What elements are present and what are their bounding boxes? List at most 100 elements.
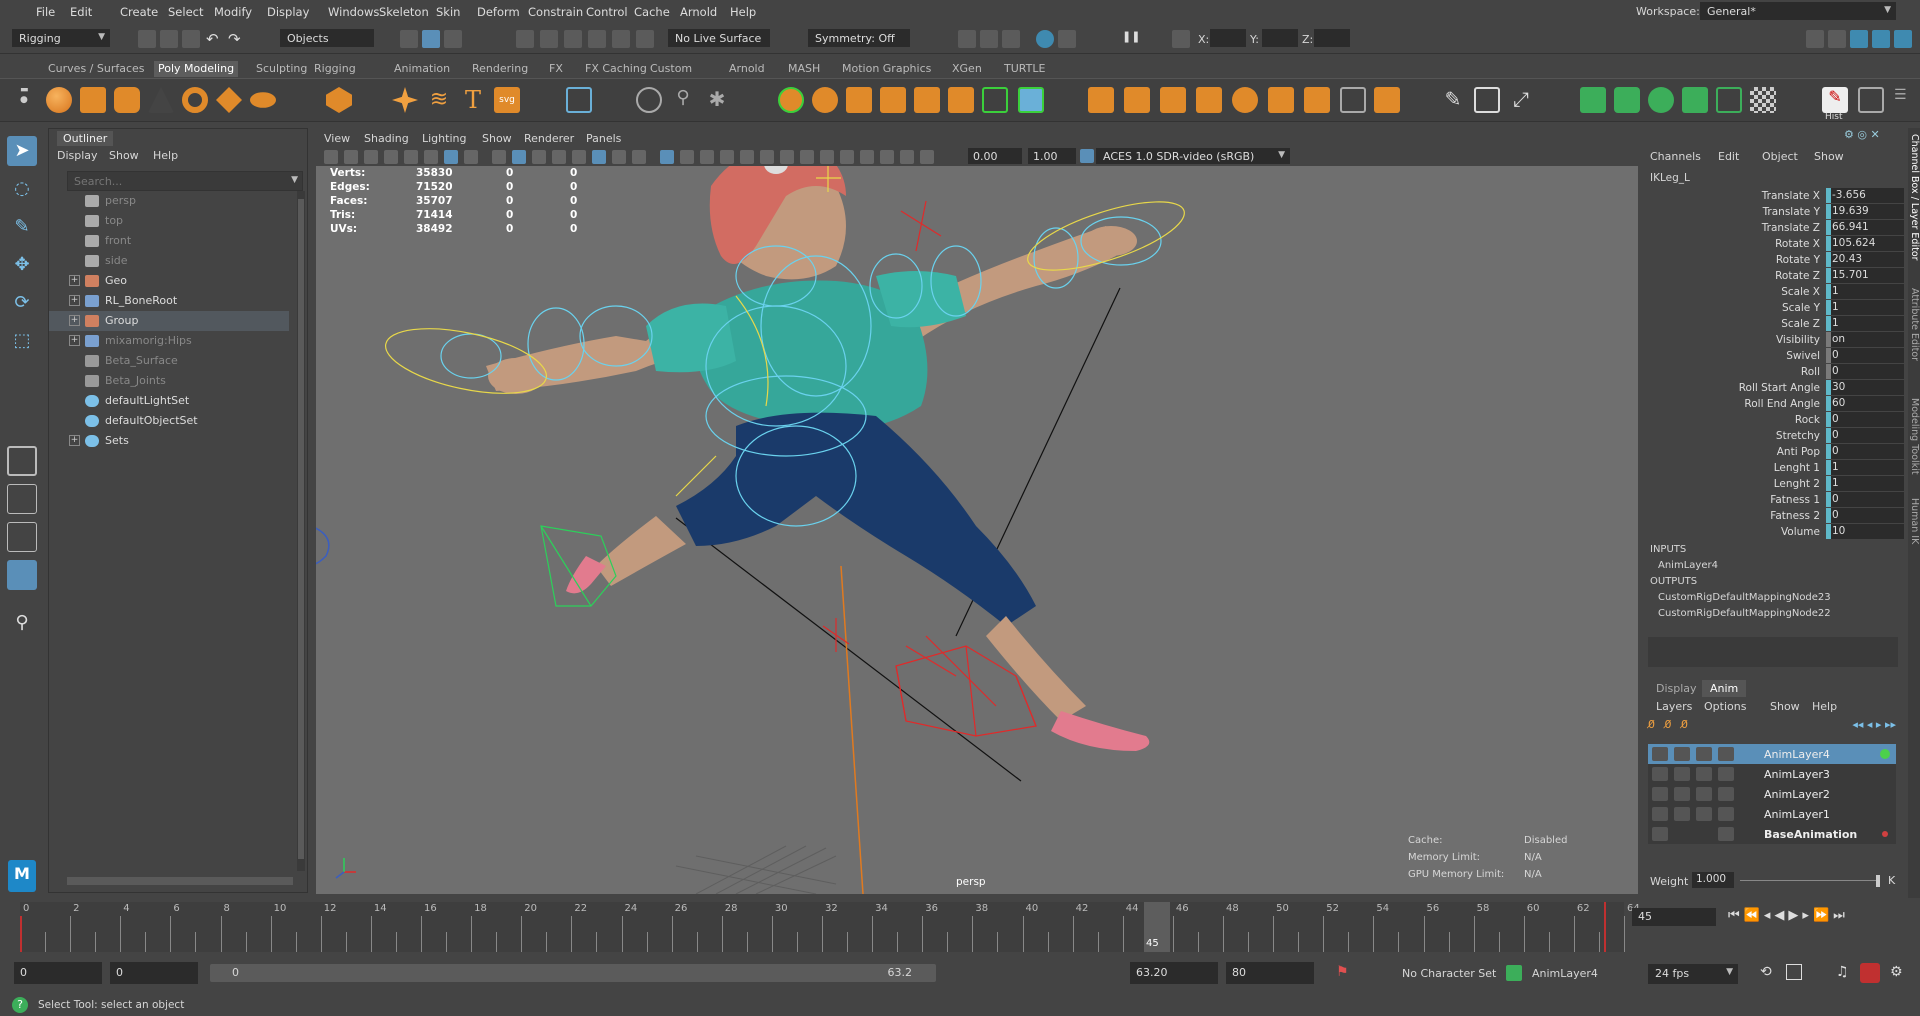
- channelbox-menu-channels[interactable]: Channels: [1650, 150, 1701, 163]
- outliner-search-input[interactable]: [68, 172, 268, 190]
- channel-value[interactable]: 1: [1826, 300, 1904, 315]
- anim-prefs-icon[interactable]: [1860, 963, 1880, 983]
- lock-icon[interactable]: [1652, 827, 1668, 841]
- viewport-tool-icon[interactable]: [364, 150, 378, 164]
- layer-menu-help[interactable]: Help: [1812, 700, 1837, 713]
- poly-plane-icon[interactable]: [216, 87, 242, 113]
- layer-key3-icon[interactable]: 0̸: [1681, 718, 1688, 731]
- menu-cache[interactable]: Cache: [634, 5, 670, 19]
- viewport-tool-icon[interactable]: [404, 150, 418, 164]
- menu-help[interactable]: Help: [730, 5, 756, 19]
- channelbox-divider[interactable]: [1648, 637, 1898, 667]
- channel-row[interactable]: Visibility on: [1644, 332, 1904, 348]
- shelf-tab-fx[interactable]: FX: [545, 61, 567, 77]
- outliner-menu-help[interactable]: Help: [153, 149, 178, 162]
- select-component-icon[interactable]: [444, 30, 462, 48]
- mirror-icon[interactable]: [982, 87, 1008, 113]
- uv-spherical-icon[interactable]: [1648, 87, 1674, 113]
- paint-select-icon[interactable]: ✎: [7, 212, 37, 242]
- viewport-tool-icon[interactable]: [632, 150, 646, 164]
- uv-checker-icon[interactable]: [1750, 87, 1776, 113]
- expand-icon[interactable]: +: [69, 315, 80, 326]
- shelf-tab-turtle[interactable]: TURTLE: [1000, 61, 1049, 77]
- viewport-tool-icon[interactable]: [324, 150, 338, 164]
- poly-cone-icon[interactable]: [148, 87, 174, 113]
- channelbox-menu-show[interactable]: Show: [1814, 150, 1844, 163]
- sign-in-icon[interactable]: [1806, 30, 1824, 48]
- viewport-menu-shading[interactable]: Shading: [364, 132, 409, 145]
- channel-value[interactable]: 1: [1826, 284, 1904, 299]
- anim-layer-icon[interactable]: [1506, 965, 1522, 981]
- mute-icon[interactable]: [1696, 747, 1712, 761]
- shelf-tab-mash[interactable]: MASH: [784, 61, 824, 77]
- ghost-icon[interactable]: [1718, 747, 1734, 761]
- layer-menu-options[interactable]: Options: [1704, 700, 1746, 713]
- viewport-tool-icon[interactable]: [900, 150, 914, 164]
- redo-icon[interactable]: ↷: [228, 30, 246, 48]
- channel-row[interactable]: Scale Z 1: [1644, 316, 1904, 332]
- channel-row[interactable]: Rotate X 105.624: [1644, 236, 1904, 252]
- outliner-item[interactable]: defaultLightSet: [49, 391, 289, 411]
- z-field[interactable]: [1314, 29, 1350, 47]
- help-icon[interactable]: ?: [12, 997, 28, 1013]
- anim-end-field[interactable]: 80: [1226, 962, 1314, 984]
- range-bar[interactable]: 0 63.2: [210, 964, 936, 982]
- lock-icon[interactable]: [1652, 807, 1668, 821]
- symmetry-dropdown[interactable]: Symmetry: Off: [808, 29, 910, 47]
- channel-value[interactable]: 10: [1826, 524, 1904, 539]
- sweep-mesh-icon[interactable]: ≋: [426, 87, 452, 113]
- viewport-tool-icon[interactable]: [680, 150, 694, 164]
- viewport-menu-show[interactable]: Show: [482, 132, 512, 145]
- channel-value[interactable]: 0: [1826, 412, 1904, 427]
- bevel-icon[interactable]: [1124, 87, 1150, 113]
- outliner-item[interactable]: Beta_Surface: [49, 351, 289, 371]
- menu-create[interactable]: Create: [120, 5, 158, 19]
- exposure-field[interactable]: 0.00: [968, 148, 1022, 164]
- ghost-icon[interactable]: [1718, 787, 1734, 801]
- weight-field[interactable]: 1.000: [1692, 872, 1734, 888]
- viewport-tool-icon[interactable]: [532, 150, 546, 164]
- circularize-icon[interactable]: [1340, 87, 1366, 113]
- single-layout-icon[interactable]: [7, 446, 37, 476]
- layout-icon[interactable]: [1828, 30, 1846, 48]
- channel-value[interactable]: 15.701: [1826, 268, 1904, 283]
- character-set-label[interactable]: No Character Set: [1402, 967, 1496, 980]
- channel-row[interactable]: Roll Start Angle 30: [1644, 380, 1904, 396]
- outliner-item[interactable]: + mixamorig:Hips: [49, 331, 289, 351]
- colorspace-icon[interactable]: [1080, 149, 1094, 163]
- channel-value[interactable]: 0: [1826, 428, 1904, 443]
- menu-arnold[interactable]: Arnold: [680, 5, 717, 19]
- channel-value[interactable]: 1: [1826, 316, 1904, 331]
- viewport-menu-renderer[interactable]: Renderer: [524, 132, 574, 145]
- channel-row[interactable]: Anti Pop 0: [1644, 444, 1904, 460]
- boolean-icon[interactable]: [880, 87, 906, 113]
- side-tab[interactable]: Attribute Editor: [1908, 288, 1920, 361]
- platonic-icon[interactable]: [326, 87, 352, 113]
- side-tab[interactable]: Human IK: [1908, 498, 1920, 544]
- type-icon[interactable]: T: [460, 87, 486, 113]
- channel-value[interactable]: 0: [1826, 444, 1904, 459]
- current-frame-field[interactable]: 45: [1632, 908, 1716, 926]
- extrude-icon[interactable]: [1088, 87, 1114, 113]
- render-current-icon[interactable]: [958, 30, 976, 48]
- layer-move-icons[interactable]: ◂◂ ◂ ▸ ▸▸: [1852, 718, 1896, 731]
- viewport-tool-icon[interactable]: [612, 150, 626, 164]
- channel-row[interactable]: Scale Y 1: [1644, 300, 1904, 316]
- step-forward-key-icon[interactable]: ⏩: [1813, 908, 1833, 923]
- outliner-item[interactable]: Beta_Joints: [49, 371, 289, 391]
- quad-view-icon[interactable]: [1858, 87, 1884, 113]
- super-shape-icon[interactable]: [392, 87, 418, 113]
- smooth-icon[interactable]: [914, 87, 940, 113]
- select-object-icon[interactable]: [422, 30, 440, 48]
- viewport-menu-panels[interactable]: Panels: [586, 132, 621, 145]
- layout3-icon[interactable]: [1872, 30, 1890, 48]
- anim-layer-row[interactable]: AnimLayer4: [1648, 744, 1896, 764]
- y-field[interactable]: [1262, 29, 1298, 47]
- shelf-scroll-icon[interactable]: ☰: [1894, 87, 1920, 113]
- go-to-end-icon[interactable]: ⏭: [1833, 908, 1849, 923]
- channel-row[interactable]: Roll End Angle 60: [1644, 396, 1904, 412]
- channel-value[interactable]: -3.656: [1826, 188, 1904, 203]
- channel-row[interactable]: Roll 0: [1644, 364, 1904, 380]
- channel-row[interactable]: Rock 0: [1644, 412, 1904, 428]
- lock-icon[interactable]: [1652, 767, 1668, 781]
